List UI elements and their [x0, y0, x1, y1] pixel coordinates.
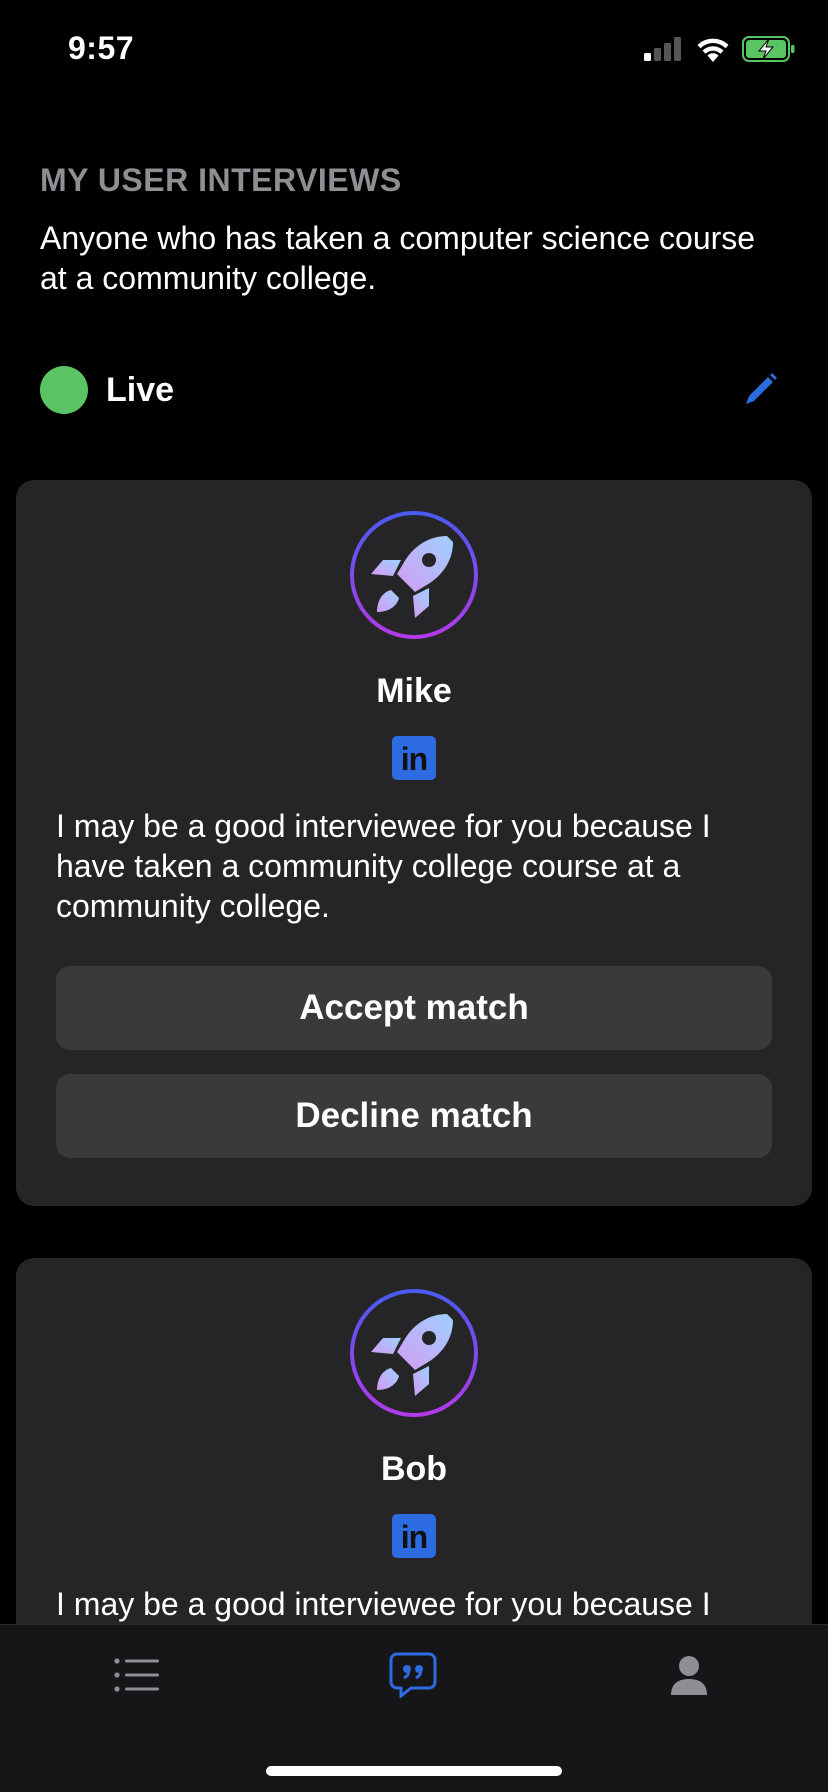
match-name: Mike: [376, 672, 452, 710]
person-icon: [671, 1656, 707, 1695]
wifi-icon: [697, 38, 729, 62]
match-card: Mike in I may be a good interviewee for …: [16, 480, 812, 1206]
linkedin-icon[interactable]: in: [392, 736, 436, 780]
status-row: Live: [40, 366, 780, 414]
tab-interviews[interactable]: [383, 1645, 443, 1705]
edit-button[interactable]: [740, 370, 780, 410]
tab-list[interactable]: [107, 1645, 167, 1705]
rocket-icon: [350, 1289, 478, 1417]
live-status-dot: [40, 366, 88, 414]
accept-match-button[interactable]: Accept match: [56, 966, 772, 1050]
status-bar: 9:57: [0, 0, 828, 100]
linkedin-icon[interactable]: in: [392, 1514, 436, 1558]
linkedin-logo-text: in: [400, 741, 428, 777]
decline-match-button[interactable]: Decline match: [56, 1074, 772, 1158]
pencil-icon: [746, 373, 777, 404]
match-name: Bob: [380, 1450, 448, 1488]
battery-charging-icon: [742, 36, 795, 62]
home-indicator: [266, 1766, 562, 1776]
live-status-label: Live: [106, 370, 175, 409]
section-title: MY USER INTERVIEWS: [40, 162, 402, 198]
rocket-icon: [350, 511, 478, 639]
status-icons: [644, 36, 796, 62]
cellular-signal-icon: [644, 37, 681, 61]
quote-bubble-icon: [389, 1652, 437, 1698]
list-icon: [114, 1658, 159, 1692]
interview-description: Anyone who has taken a computer science …: [40, 220, 756, 296]
match-pitch: I may be a good interviewee for you beca…: [56, 808, 711, 924]
status-time: 9:57: [68, 30, 135, 66]
tab-profile[interactable]: [659, 1645, 719, 1705]
linkedin-logo-text: in: [400, 1519, 428, 1555]
match-pitch: I may be a good interviewee for you beca…: [56, 1586, 711, 1622]
